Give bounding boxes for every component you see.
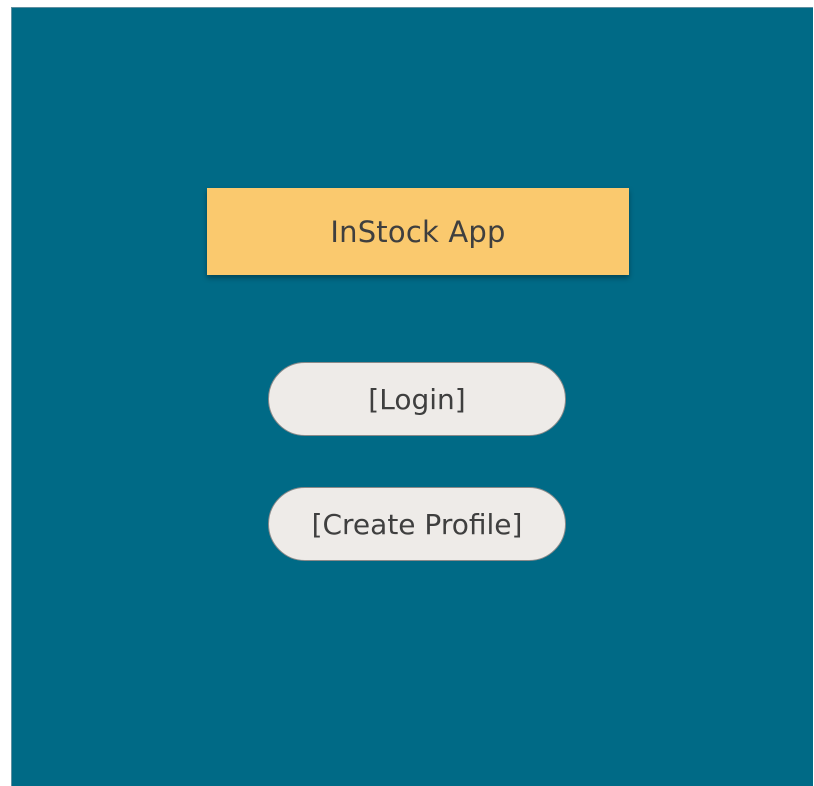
create-profile-button[interactable]: [Create Profile]	[268, 487, 566, 561]
app-screen: InStock App [Login] [Create Profile]	[11, 7, 813, 786]
login-button[interactable]: [Login]	[268, 362, 566, 436]
app-title-banner: InStock App	[207, 188, 629, 275]
